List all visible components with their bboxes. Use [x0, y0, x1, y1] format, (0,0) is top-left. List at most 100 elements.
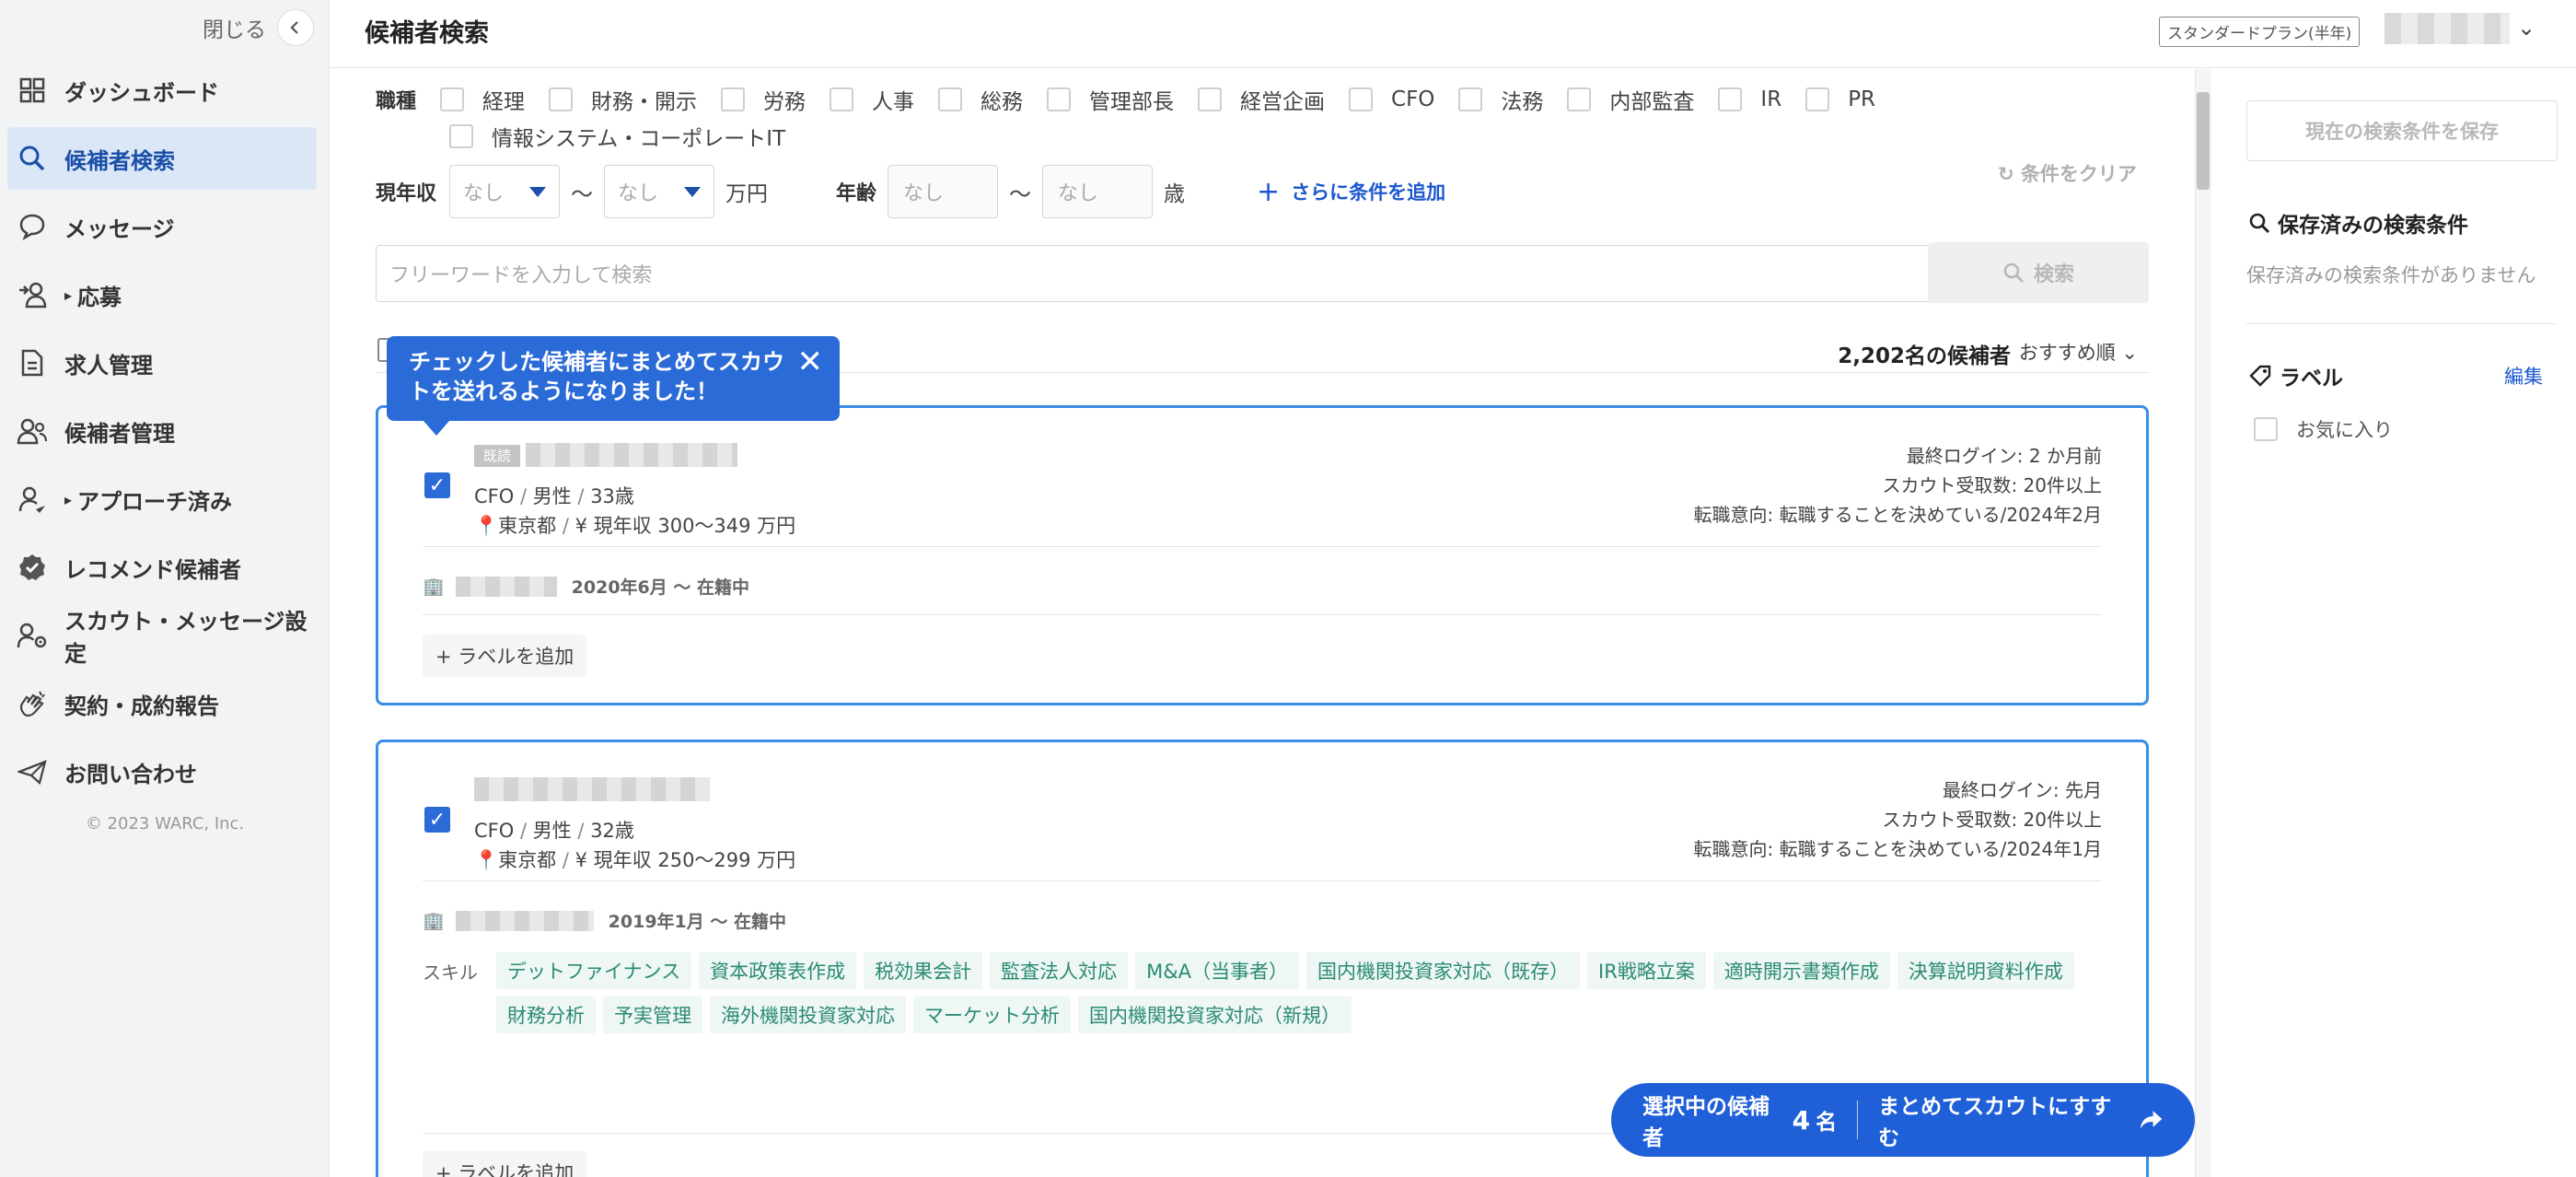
- add-label-button[interactable]: + ラベルを追加: [423, 635, 587, 677]
- checkbox-box[interactable]: [2254, 417, 2278, 441]
- candidate-location: 東京都: [498, 849, 557, 871]
- sidebar: 閉じる ダッシュボード 候補者検索 メッセージ ▸ 応募 求人管理 候補者管理 …: [0, 0, 330, 1177]
- candidate-card[interactable]: ✓ 既読 CFO / 男性 / 33歳 📍東京都 / ¥ 現年収 300〜349…: [376, 405, 2149, 705]
- checkbox-box[interactable]: [440, 87, 465, 111]
- candidate-location-income: 📍東京都 / ¥ 現年収 250〜299 万円: [474, 845, 795, 873]
- clear-conditions-button[interactable]: ↻ 条件をクリア: [1998, 159, 2137, 187]
- sidebar-item-label: 候補者管理: [64, 420, 175, 447]
- main-scrollbar[interactable]: [2195, 69, 2211, 1177]
- candidate-activity: 最終ログイン: 2 か月前 スカウト受取数: 20件以上 転職意向: 転職するこ…: [1694, 441, 2102, 530]
- last-login: 最終ログイン: 先月: [1942, 779, 2102, 801]
- candidate-checkbox[interactable]: ✓: [424, 807, 450, 833]
- sidebar-item-label: アプローチ済み: [77, 488, 233, 515]
- checkbox-box[interactable]: [1458, 87, 1483, 111]
- checkbox-box[interactable]: [1198, 87, 1223, 111]
- candidate-age: 33歳: [590, 485, 634, 507]
- income-to-value: なし: [618, 182, 659, 205]
- checkbox-box[interactable]: [830, 87, 854, 111]
- sort-dropdown[interactable]: おすすめ順 ⌄: [2019, 338, 2138, 366]
- add-label-button[interactable]: + ラベルを追加: [423, 1151, 587, 1177]
- scouts-received: スカウト受取数: 20件以上: [1882, 474, 2102, 496]
- age-from-input[interactable]: なし: [888, 165, 999, 218]
- bulk-scout-tooltip: チェックした候補者にまとめてスカウトを送れるようになりました！ ✕: [387, 336, 840, 436]
- sidebar-item-applications[interactable]: ▸ 応募: [7, 263, 317, 326]
- skills-label: スキル: [423, 961, 478, 984]
- add-condition-link[interactable]: + さらに条件を追加: [1257, 176, 1445, 208]
- chevron-left-icon: [290, 21, 298, 34]
- checkbox-box[interactable]: [449, 124, 473, 148]
- checkbox-box[interactable]: [1567, 87, 1592, 111]
- checkbox-label: 法務: [1501, 90, 1544, 114]
- job-checkbox[interactable]: 法務: [1458, 84, 1543, 115]
- checkbox-box[interactable]: [1805, 87, 1830, 111]
- sidebar-item-contact[interactable]: お問い合わせ: [7, 740, 317, 803]
- candidate-name-redacted: [474, 777, 710, 801]
- sidebar-item-messages[interactable]: メッセージ: [7, 195, 317, 258]
- sidebar-item-approached[interactable]: ▸ アプローチ済み: [7, 468, 317, 530]
- message-icon: [17, 211, 48, 242]
- job-checkbox[interactable]: 人事: [830, 84, 914, 115]
- job-checkbox[interactable]: 情報システム・コーポレートIT: [449, 121, 785, 152]
- job-checkbox[interactable]: 管理部長: [1047, 84, 1174, 115]
- separator: /: [519, 485, 528, 507]
- chevron-down-icon[interactable]: ⌄: [2517, 15, 2535, 41]
- sidebar-item-dashboard[interactable]: ダッシュボード: [7, 59, 317, 122]
- user-menu[interactable]: [2385, 13, 2510, 44]
- sidebar-close-row[interactable]: 閉じる: [203, 9, 314, 46]
- clap-icon: [17, 688, 48, 719]
- sidebar-item-recommended[interactable]: レコメンド候補者: [7, 536, 317, 599]
- job-filter-label: 職種: [376, 90, 417, 113]
- sidebar-item-scout-settings[interactable]: スカウト・メッセージ設定: [7, 604, 317, 667]
- sidebar-item-contracts[interactable]: 契約・成約報告: [7, 672, 317, 735]
- labels-title-text: ラベル: [2280, 367, 2343, 390]
- income-from-select[interactable]: なし: [449, 165, 561, 218]
- last-login: 最終ログイン: 2 か月前: [1906, 445, 2102, 467]
- save-search-button[interactable]: 現在の検索条件を保存: [2246, 100, 2558, 161]
- income-to-select[interactable]: なし: [604, 165, 715, 218]
- job-checkbox[interactable]: 経理: [440, 84, 525, 115]
- checkbox-box[interactable]: [938, 87, 963, 111]
- checkbox-label: 内部監査: [1609, 90, 1695, 114]
- favorite-label-checkbox[interactable]: お気に入り: [2254, 415, 2393, 443]
- job-checkbox[interactable]: 経営企画: [1198, 84, 1325, 115]
- job-checkbox[interactable]: 内部監査: [1567, 84, 1694, 115]
- main-scrollbar-thumb[interactable]: [2197, 92, 2210, 190]
- skill-tag: 決算説明資料作成: [1897, 952, 2074, 989]
- checkbox-box[interactable]: [1047, 87, 1072, 111]
- job-checkbox[interactable]: 財務・開示: [549, 84, 697, 115]
- checkbox-box[interactable]: [721, 87, 746, 111]
- checkbox-box[interactable]: [1718, 87, 1743, 111]
- top-header: 候補者検索 スタンダードプラン(半年) ⌄: [330, 0, 2576, 68]
- clear-conditions-label: 条件をクリア: [2020, 163, 2137, 185]
- job-checkbox[interactable]: 総務: [938, 84, 1023, 115]
- sidebar-item-job-management[interactable]: 求人管理: [7, 332, 317, 394]
- search-button[interactable]: 検索: [1928, 242, 2149, 303]
- age-to-input[interactable]: なし: [1042, 165, 1154, 218]
- close-icon[interactable]: ✕: [797, 346, 824, 378]
- skill-tag: 海外機関投資家対応: [710, 996, 906, 1033]
- candidate-checkbox[interactable]: ✓: [424, 472, 450, 498]
- collapse-sidebar-button[interactable]: [277, 9, 314, 46]
- job-checkbox[interactable]: PR: [1805, 87, 1875, 111]
- checkbox-box[interactable]: [1349, 87, 1374, 111]
- candidate-name-redacted: [526, 443, 737, 467]
- income-age-row: 現年収 なし 〜 なし 万円 年齢 なし 〜 なし 歳 + さらに条件を追加: [376, 165, 1445, 218]
- job-checkbox[interactable]: 労務: [721, 84, 806, 115]
- job-checkbox[interactable]: IR: [1718, 87, 1781, 111]
- applicant-icon: [17, 279, 48, 310]
- age-label: 年齢: [836, 182, 877, 205]
- search-icon: [2003, 262, 2025, 284]
- edit-labels-link[interactable]: 編集: [2504, 362, 2543, 390]
- job-checkbox[interactable]: CFO: [1349, 87, 1434, 111]
- sidebar-item-label: ダッシュボード: [64, 79, 219, 106]
- skills-list: デットファイナンス 資本政策表作成 税効果会計 監査法人対応 M&A（当事者） …: [496, 952, 2098, 1041]
- search-icon: [17, 143, 48, 174]
- checkbox-box[interactable]: [549, 87, 574, 111]
- plus-icon: +: [1257, 175, 1281, 208]
- bulk-scout-button[interactable]: 選択中の候補者 4 名 まとめてスカウトにすすむ: [1611, 1083, 2195, 1157]
- skill-tag: 予実管理: [603, 996, 702, 1033]
- keyword-search-input[interactable]: フリーワードを入力して検索: [376, 245, 1941, 302]
- refresh-icon: ↻: [1998, 163, 2014, 185]
- sidebar-item-candidate-search[interactable]: 候補者検索: [7, 127, 317, 190]
- sidebar-item-candidate-management[interactable]: 候補者管理: [7, 400, 317, 462]
